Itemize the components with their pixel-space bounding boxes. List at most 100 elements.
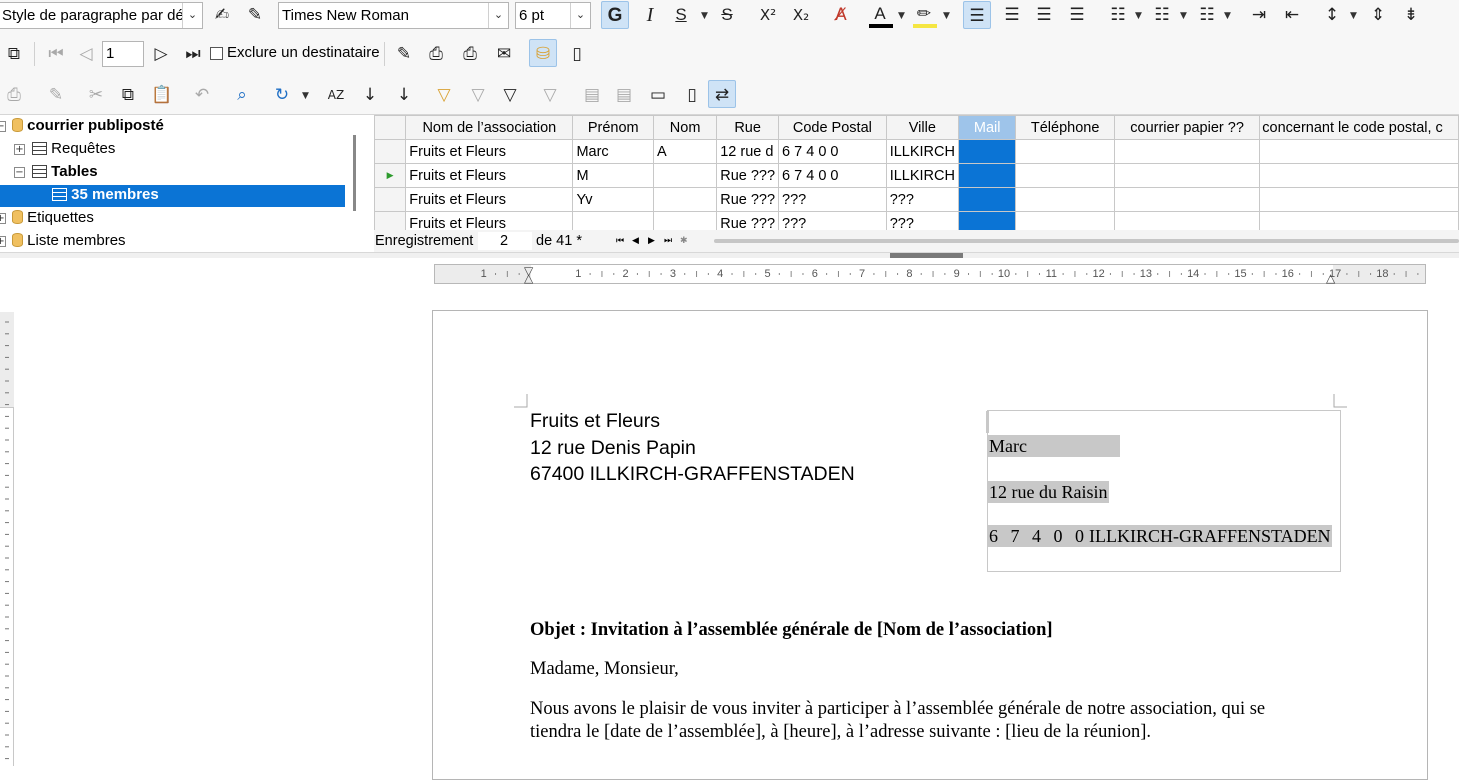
nav-item-tables[interactable]: Tables — [32, 161, 98, 183]
splitter-handle[interactable] — [890, 253, 963, 258]
column-header-selected[interactable]: Mail — [957, 115, 1017, 140]
paragraph-style-combo[interactable]: Style de paragraphe par déf ⌄ — [0, 2, 203, 29]
column-header[interactable]: concernant le code postal, c — [1259, 115, 1459, 140]
italic-icon[interactable]: I — [636, 1, 664, 29]
navigator-scrollbar[interactable] — [353, 135, 356, 211]
collapse-icon[interactable]: − — [14, 167, 25, 178]
table-row[interactable]: Fruits et Fleurs Rue ??? ??? ??? — [374, 211, 1459, 230]
table-cell[interactable] — [572, 211, 654, 230]
table-cell[interactable]: 6 7 4 0 0 — [778, 139, 887, 164]
edit-document-icon[interactable]: ✎ — [390, 40, 418, 68]
table-cell[interactable]: Fruits et Fleurs — [405, 187, 574, 212]
horizontal-ruler[interactable]: 1 1 2 3 4 5 6 7 8 9 10 11 12 13 14 15 16 17 18 ▽ △ △ — [434, 264, 1426, 284]
column-header[interactable]: Code Postal — [778, 115, 887, 140]
chevron-down-icon[interactable]: ▼ — [1135, 11, 1142, 21]
table-cell[interactable] — [652, 211, 718, 230]
database-icon[interactable]: ⛁ — [529, 39, 557, 67]
chevron-down-icon[interactable]: ▼ — [1180, 11, 1187, 21]
table-cell[interactable]: Rue ??? — [716, 211, 780, 230]
column-header[interactable]: Téléphone — [1015, 115, 1115, 140]
outline-list-icon[interactable]: ☷ — [1193, 1, 1221, 29]
line-spacing-icon[interactable]: ↕ — [1318, 1, 1346, 29]
data-to-text-icon[interactable]: ▤ — [578, 81, 606, 109]
exclude-recipient-checkbox[interactable] — [210, 47, 223, 60]
mailmerge-icon[interactable]: ▭ — [644, 81, 672, 109]
autofilter-icon[interactable]: ▽ — [430, 81, 458, 109]
record-first-icon[interactable]: ⏮ — [616, 233, 624, 247]
table-cell[interactable]: Fruits et Fleurs — [405, 139, 574, 164]
record-last-icon[interactable]: ⏭ — [664, 233, 672, 247]
collapse-icon[interactable]: − — [0, 121, 6, 132]
nav-item-liste-membres[interactable]: Liste membres — [12, 230, 126, 252]
table-cell[interactable]: M — [572, 163, 654, 188]
bold-icon[interactable]: G — [601, 1, 629, 29]
column-header[interactable]: courrier papier ?? — [1113, 115, 1261, 140]
previous-record-icon[interactable]: ◁ — [72, 40, 100, 68]
expand-icon[interactable]: + — [0, 236, 6, 247]
record-next-icon[interactable]: ▶ — [648, 233, 655, 247]
recipient-first-name-field[interactable]: Marc — [988, 435, 1120, 457]
align-right-icon[interactable]: ☰ — [1030, 1, 1058, 29]
table-cell[interactable] — [1113, 187, 1261, 212]
first-record-icon[interactable]: ⏮ — [42, 40, 70, 68]
table-cell[interactable] — [1259, 211, 1459, 230]
table-cell[interactable] — [1015, 163, 1115, 188]
save-merged-icon[interactable]: ⎙ — [422, 40, 450, 68]
cut-icon[interactable]: ✂ — [82, 81, 110, 109]
table-cell[interactable] — [1113, 139, 1261, 164]
table-cell[interactable]: ??? — [778, 187, 887, 212]
chevron-down-icon[interactable]: ▼ — [943, 11, 950, 21]
table-cell[interactable] — [1015, 139, 1115, 164]
numbered-list-icon[interactable]: ☷ — [1148, 1, 1176, 29]
vertical-ruler[interactable] — [0, 312, 14, 766]
right-indent-icon[interactable]: △ — [1326, 272, 1335, 284]
horizontal-scrollbar[interactable] — [714, 239, 1459, 243]
update-style-icon[interactable]: ✍ — [208, 1, 236, 29]
data-source-icon[interactable]: ▯ — [563, 40, 591, 68]
table-cell[interactable] — [1259, 139, 1459, 164]
print-merged-icon[interactable]: ⎙ — [456, 40, 484, 68]
current-document-icon[interactable]: ▯ — [678, 81, 706, 109]
table-cell-selected[interactable] — [957, 139, 1017, 164]
left-indent-icon[interactable]: △ — [524, 272, 533, 284]
increase-spacing-icon[interactable]: ⇕ — [1364, 1, 1392, 29]
undo-icon[interactable]: ↶ — [188, 81, 216, 109]
chevron-down-icon[interactable]: ▼ — [1224, 11, 1231, 21]
table-cell[interactable] — [1259, 163, 1459, 188]
decrease-indent-icon[interactable]: ⇤ — [1278, 1, 1306, 29]
record-number-input[interactable]: 1 — [102, 41, 144, 67]
apply-filter-icon[interactable]: ▽ — [464, 81, 492, 109]
row-header[interactable] — [374, 187, 407, 212]
recipient-address-frame[interactable]: Marc 12 rue du Raisin 6 7 4 0 0 ILLKIRCH… — [986, 410, 1341, 572]
row-header[interactable] — [374, 139, 407, 164]
table-cell[interactable] — [652, 187, 718, 212]
chevron-down-icon[interactable]: ⌄ — [182, 3, 202, 28]
bullet-list-icon[interactable]: ☷ — [1104, 1, 1132, 29]
letter-salutation[interactable]: Madame, Monsieur, — [530, 658, 679, 681]
reset-filter-icon[interactable]: ▽ — [536, 81, 564, 109]
table-row[interactable]: ▶ Fruits et Fleurs M Rue ??? 6 7 4 0 0 I… — [374, 163, 1459, 188]
recipient-city-field[interactable]: ILLKIRCH-GRAFFENSTADEN — [1088, 525, 1332, 547]
font-name-combo[interactable]: Times New Roman ⌄ — [278, 2, 509, 29]
table-cell[interactable]: Fruits et Fleurs — [405, 211, 574, 230]
table-cell[interactable]: 12 rue d — [716, 139, 780, 164]
chevron-down-icon[interactable]: ▼ — [1350, 11, 1357, 21]
save-record-icon[interactable]: ⎙ — [0, 81, 28, 109]
table-cell[interactable]: 6 7 4 0 0 — [778, 163, 887, 188]
table-cell[interactable]: Fruits et Fleurs — [405, 163, 574, 188]
chevron-down-icon[interactable]: ▼ — [898, 11, 905, 21]
superscript-icon[interactable]: X² — [754, 1, 782, 29]
chevron-down-icon[interactable]: ▼ — [701, 11, 708, 21]
record-new-icon[interactable]: ✱ — [680, 233, 688, 247]
document-page[interactable]: Fruits et Fleurs 12 rue Denis Papin 6740… — [432, 310, 1428, 780]
table-cell[interactable]: ??? — [885, 211, 959, 230]
align-left-icon[interactable]: ☰ — [963, 1, 991, 29]
pane-splitter[interactable] — [0, 252, 1459, 258]
record-current-input[interactable]: 2 — [478, 232, 532, 250]
nav-item-etiquettes[interactable]: Etiquettes — [12, 207, 94, 229]
record-prev-icon[interactable]: ◀ — [632, 233, 639, 247]
clear-formatting-icon[interactable]: A̸ — [827, 1, 855, 29]
column-header[interactable]: Nom — [652, 115, 718, 140]
send-email-icon[interactable]: ✉ — [490, 40, 518, 68]
table-cell[interactable] — [1113, 211, 1261, 230]
